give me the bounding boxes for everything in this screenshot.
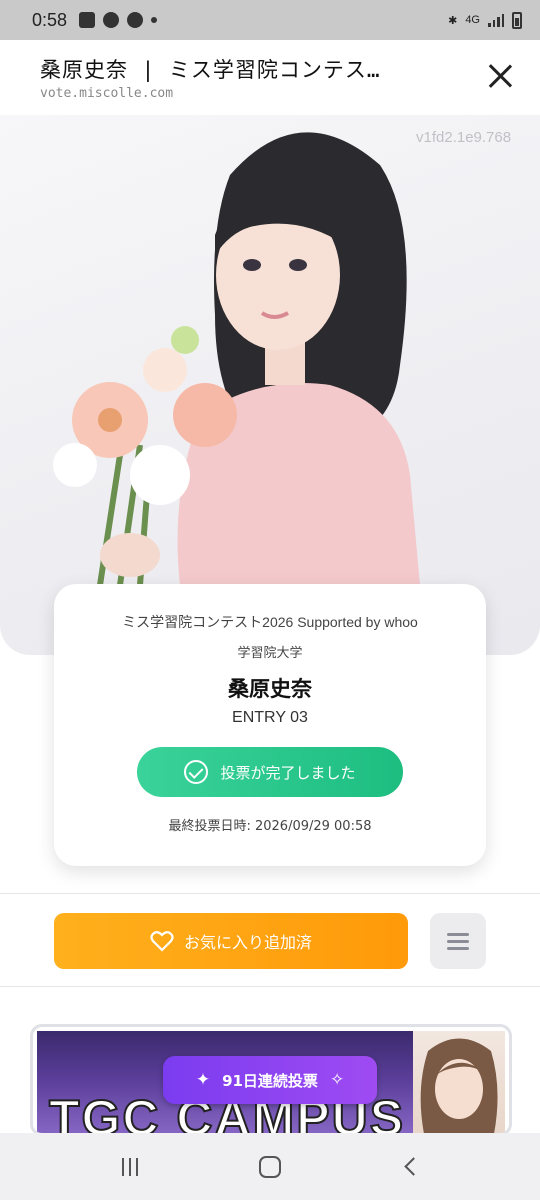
menu-icon-bar	[447, 939, 469, 943]
close-button[interactable]	[484, 60, 516, 92]
streak-badge: ✦ 91日連続投票 ✧	[163, 1056, 377, 1104]
home-button[interactable]	[250, 1147, 290, 1187]
banner-portrait	[413, 1031, 505, 1133]
system-icons: ✱ 4G	[448, 11, 522, 29]
recent-apps-icon	[122, 1157, 138, 1176]
page-title: 桑原史奈 | ミス学習院コンテス…	[40, 58, 381, 82]
battery-icon	[512, 11, 522, 29]
vote-complete-button[interactable]: 投票が完了しました	[137, 747, 403, 797]
menu-icon-bar	[447, 932, 469, 936]
heart-icon	[150, 931, 174, 952]
vote-complete-label: 投票が完了しました	[220, 763, 356, 782]
check-circle-icon	[184, 760, 209, 784]
signal-icon	[488, 13, 504, 27]
folder-icon	[79, 12, 96, 28]
last-vote-time: 最終投票日時: 2026/09/29 00:58	[168, 819, 372, 834]
page-url: vote.miscolle.com	[40, 86, 174, 101]
browser-header: 桑原史奈 | ミス学習院コンテス… vote.miscolle.com	[0, 40, 540, 115]
favorite-button[interactable]: お気に入り追加済	[54, 913, 408, 969]
status-bar: 0:58 ✱ 4G	[0, 0, 540, 40]
divider-top	[0, 893, 540, 894]
home-icon	[259, 1155, 281, 1178]
menu-icon-bar	[447, 946, 469, 950]
network-type: 4G	[465, 14, 480, 26]
party-popper-icon: ✦	[195, 1070, 211, 1090]
entry-number: ENTRY 03	[232, 709, 308, 726]
school-name: 学習院大学	[237, 646, 303, 661]
system-navigation-bar	[0, 1133, 540, 1200]
watermark-top: v1fd2.1e9.768	[416, 129, 512, 146]
threads-icon	[127, 12, 144, 28]
line-app-icon	[103, 12, 120, 28]
back-icon	[403, 1157, 423, 1176]
profile-photo: v1fd2.1e9.768 v1fd2.1e9.768	[0, 115, 540, 655]
divider-bottom	[0, 986, 540, 987]
menu-button[interactable]	[430, 913, 486, 969]
streak-label: 91日連続投票	[222, 1071, 318, 1090]
contestant-info-card: ミス学習院コンテスト2026 Supported by whoo 学習院大学 桑…	[54, 584, 486, 866]
banner-portrait-illustration	[420, 1038, 498, 1133]
confetti-icon: ✧	[329, 1070, 345, 1090]
recent-apps-button[interactable]	[110, 1147, 150, 1187]
bluetooth-icon: ✱	[448, 14, 458, 27]
contestant-photo-illustration	[53, 132, 420, 586]
favorite-label: お気に入り追加済	[183, 933, 312, 952]
back-button[interactable]	[390, 1147, 430, 1187]
contestant-name: 桑原史奈	[228, 677, 312, 701]
more-notifications-icon	[151, 17, 158, 23]
contest-name: ミス学習院コンテスト2026 Supported by whoo	[122, 614, 418, 630]
notification-icons	[79, 12, 158, 28]
status-time: 0:58	[32, 9, 68, 30]
